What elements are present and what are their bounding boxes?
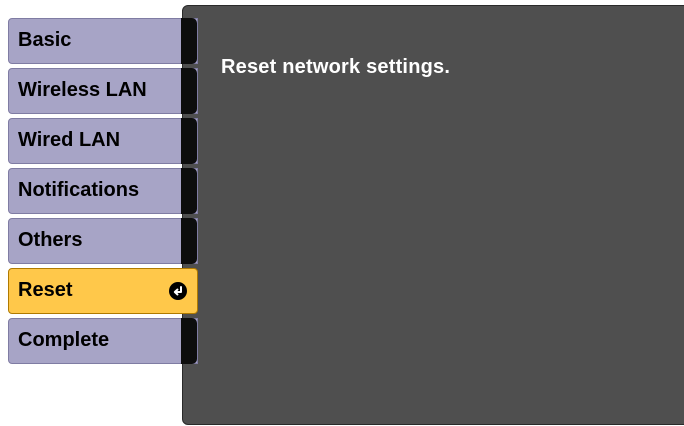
content-panel: Reset network settings. — [182, 5, 684, 425]
menu-item-complete[interactable]: Complete — [8, 318, 198, 364]
tab-edge — [181, 18, 197, 64]
menu-item-label: Others — [18, 229, 83, 251]
panel-description: Reset network settings. — [221, 56, 451, 78]
menu-item-label: Reset — [18, 279, 73, 301]
menu-item-notifications[interactable]: Notifications — [8, 168, 198, 214]
enter-icon — [169, 282, 187, 300]
menu-item-basic[interactable]: Basic — [8, 18, 198, 64]
tab-edge — [181, 318, 197, 364]
menu-item-reset[interactable]: Reset — [8, 268, 198, 314]
menu-item-wireless-lan[interactable]: Wireless LAN — [8, 68, 198, 114]
menu-item-label: Notifications — [18, 179, 140, 201]
menu-item-label: Basic — [18, 29, 72, 51]
menu-item-label: Wireless LAN — [18, 79, 147, 101]
menu-item-label: Complete — [18, 329, 110, 351]
menu-item-wired-lan[interactable]: Wired LAN — [8, 118, 198, 164]
settings-menu: Basic Wireless LAN Wired LAN Notificatio… — [8, 18, 198, 368]
tab-edge — [181, 118, 197, 164]
tab-edge — [181, 68, 197, 114]
tab-edge — [181, 168, 197, 214]
menu-item-others[interactable]: Others — [8, 218, 198, 264]
tab-edge — [181, 218, 197, 264]
menu-item-label: Wired LAN — [18, 129, 121, 151]
